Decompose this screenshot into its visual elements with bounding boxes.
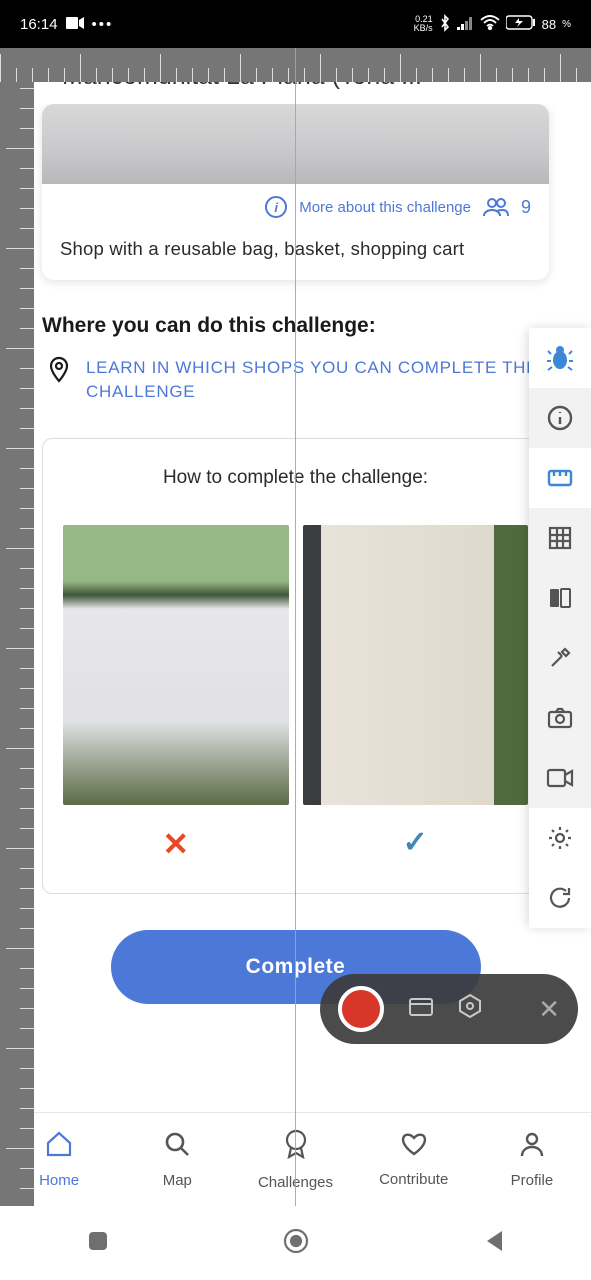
dev-centerline — [295, 48, 296, 1206]
dev-bug-icon[interactable] — [529, 328, 591, 388]
nav-profile[interactable]: Profile — [473, 1113, 591, 1206]
sys-home-button[interactable] — [283, 1228, 309, 1259]
dev-grid-icon[interactable] — [529, 508, 591, 568]
location-link-text: LEARN IN WHICH SHOPS YOU CAN COMPLETE TH… — [86, 356, 549, 404]
hex-settings-icon[interactable] — [458, 993, 482, 1026]
dev-eyedropper-icon[interactable] — [529, 628, 591, 688]
camera-indicator-icon — [66, 16, 84, 33]
more-icon: ••• — [92, 16, 114, 33]
info-icon: i — [265, 196, 287, 218]
dev-compare-icon[interactable] — [529, 568, 591, 628]
more-about-link[interactable]: More about this challenge — [299, 199, 471, 216]
dev-tools-panel — [529, 328, 591, 928]
dev-ruler-icon[interactable] — [529, 448, 591, 508]
sys-back-button[interactable] — [484, 1229, 504, 1258]
participant-count: 9 — [521, 197, 531, 218]
tote-bag-image — [303, 525, 529, 805]
dev-camera-icon[interactable] — [529, 688, 591, 748]
record-button[interactable] — [338, 986, 384, 1032]
bluetooth-icon — [439, 14, 451, 35]
battery-icon — [506, 15, 536, 33]
dev-ruler-vertical: document.write(Array.from({length:60},(_… — [0, 48, 34, 1206]
people-icon — [483, 197, 509, 217]
status-bar: 16:14 ••• 0.21KB/s 88% — [0, 0, 591, 48]
nav-contribute[interactable]: Contribute — [355, 1113, 473, 1206]
example-bad: ✕ — [63, 525, 289, 863]
home-icon — [45, 1131, 73, 1164]
folder-icon[interactable] — [408, 995, 434, 1024]
nav-map[interactable]: Map — [118, 1113, 236, 1206]
x-mark-icon: ✕ — [162, 825, 189, 863]
check-mark-icon: ✓ — [403, 825, 428, 860]
heart-icon — [400, 1132, 428, 1163]
example-good: ✓ — [303, 525, 529, 863]
dev-video-icon[interactable] — [529, 748, 591, 808]
profile-icon — [519, 1131, 545, 1164]
system-nav-bar — [0, 1206, 591, 1280]
clock: 16:14 — [20, 16, 58, 33]
dev-settings-icon[interactable] — [529, 808, 591, 868]
dev-rotate-icon[interactable] — [529, 868, 591, 928]
battery-percent: 88 — [542, 17, 556, 32]
signal-icon — [457, 16, 474, 33]
dev-info-icon[interactable] — [529, 388, 591, 448]
close-icon[interactable]: ✕ — [538, 994, 560, 1025]
plastic-bag-image — [63, 525, 289, 805]
wifi-icon — [480, 15, 500, 33]
network-speed: 0.21KB/s — [414, 15, 433, 33]
sys-recent-button[interactable] — [87, 1230, 109, 1257]
location-pin-icon — [48, 356, 70, 404]
recorder-bar: ✕ — [320, 974, 578, 1044]
search-icon — [164, 1131, 190, 1164]
